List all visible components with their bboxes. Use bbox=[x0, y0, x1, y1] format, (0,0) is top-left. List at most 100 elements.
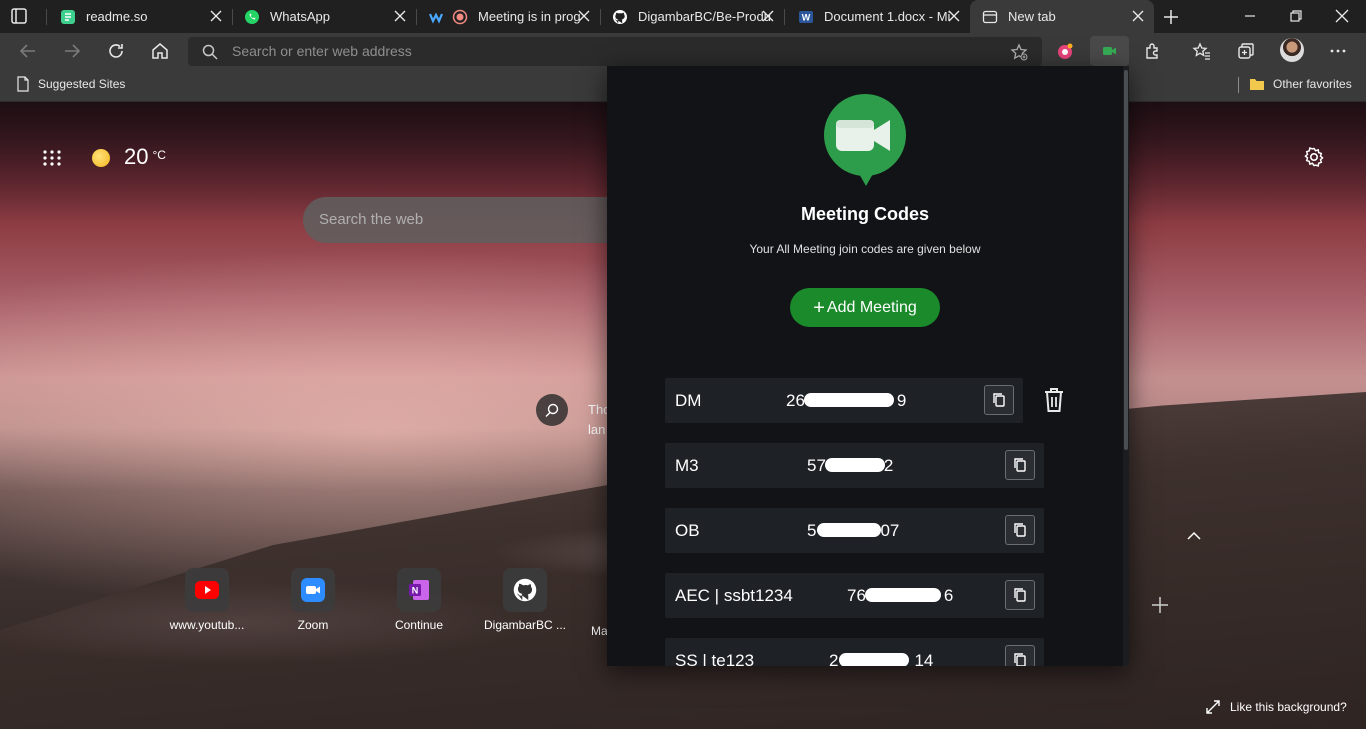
forward-icon[interactable] bbox=[62, 41, 82, 61]
meeting-name: DM bbox=[675, 391, 702, 410]
redaction-mark bbox=[865, 588, 941, 602]
meeting-name: AEC | ssbt1234 bbox=[675, 586, 793, 605]
bookmark-label: Suggested Sites bbox=[38, 77, 126, 91]
back-icon[interactable] bbox=[18, 41, 38, 61]
close-window-icon[interactable] bbox=[1334, 8, 1350, 24]
meeting-row[interactable]: AEC | ssbt1234 76 6 bbox=[665, 573, 1044, 618]
collections-icon[interactable] bbox=[1236, 41, 1256, 61]
add-site-icon[interactable] bbox=[1151, 596, 1169, 614]
copy-button[interactable] bbox=[1005, 645, 1035, 666]
folder-icon bbox=[1250, 79, 1264, 90]
redaction-mark bbox=[839, 653, 909, 666]
tab-label: readme.so bbox=[86, 9, 148, 24]
popup-scroll-thumb[interactable] bbox=[1124, 70, 1128, 450]
minimize-icon[interactable] bbox=[1242, 8, 1258, 24]
tab-new-tab[interactable]: New tab bbox=[970, 0, 1154, 33]
address-input[interactable]: Search or enter web address bbox=[232, 43, 412, 59]
redaction-mark bbox=[825, 458, 885, 472]
code-start: 76 bbox=[847, 586, 866, 605]
tab-label: WhatsApp bbox=[270, 9, 330, 24]
tab-label: Document 1.docx - Mi bbox=[824, 9, 951, 24]
tab-document[interactable]: W Document 1.docx - Mi bbox=[786, 0, 970, 33]
whatsapp-icon bbox=[244, 9, 260, 25]
meet-logo-icon bbox=[824, 94, 906, 186]
favorites-icon[interactable] bbox=[1192, 41, 1212, 61]
tab-whatsapp[interactable]: WhatsApp bbox=[232, 0, 416, 33]
copy-button[interactable] bbox=[984, 385, 1014, 415]
tab-github[interactable]: DigambarBC/Be-Produ bbox=[600, 0, 784, 33]
chevron-up-icon[interactable] bbox=[1186, 530, 1202, 542]
like-background-link[interactable]: Like this background? bbox=[1206, 700, 1347, 714]
quick-link-continue[interactable]: N Continue bbox=[369, 568, 469, 632]
code-start: 2 bbox=[829, 651, 839, 666]
copy-icon bbox=[1014, 523, 1026, 537]
extensions-icon[interactable] bbox=[1143, 41, 1163, 61]
close-icon[interactable] bbox=[210, 10, 222, 22]
quick-link-youtube[interactable]: www.youtub... bbox=[157, 568, 257, 632]
code-start: 57 bbox=[807, 456, 826, 475]
avatar[interactable] bbox=[1280, 38, 1304, 62]
extension-icon[interactable] bbox=[1055, 41, 1075, 61]
quick-link-zoom[interactable]: Zoom bbox=[263, 568, 363, 632]
meeting-row[interactable]: OB 5 07 bbox=[665, 508, 1044, 553]
gear-icon[interactable] bbox=[1303, 146, 1325, 168]
new-tab-plus-icon[interactable] bbox=[1162, 8, 1180, 26]
expand-icon bbox=[1206, 700, 1220, 714]
visual-search-button[interactable] bbox=[536, 394, 568, 426]
copy-button[interactable] bbox=[1005, 450, 1035, 480]
add-meeting-label: Add Meeting bbox=[826, 298, 917, 316]
temperature: 20 bbox=[124, 144, 149, 169]
restore-icon[interactable] bbox=[1288, 8, 1304, 24]
close-icon[interactable] bbox=[1132, 10, 1144, 22]
quick-link-label: www.youtub... bbox=[169, 618, 245, 632]
trash-icon[interactable] bbox=[1043, 387, 1065, 413]
readme-icon bbox=[60, 9, 76, 25]
github-icon bbox=[612, 9, 628, 25]
close-icon[interactable] bbox=[762, 10, 774, 22]
tab-separator bbox=[784, 9, 785, 25]
quick-link-partial[interactable]: Ma bbox=[556, 568, 608, 638]
tab-separator bbox=[46, 9, 47, 25]
bookmark-other-favorites[interactable]: Other favorites bbox=[1249, 76, 1352, 92]
refresh-icon[interactable] bbox=[106, 41, 126, 61]
recording-icon bbox=[452, 9, 468, 25]
close-icon[interactable] bbox=[394, 10, 406, 22]
meeting-row[interactable]: DM 26 9 bbox=[665, 378, 1023, 423]
app-launcher-icon[interactable] bbox=[42, 150, 62, 166]
home-icon[interactable] bbox=[150, 41, 170, 61]
code-end: 9 bbox=[896, 391, 907, 410]
svg-text:N: N bbox=[412, 586, 419, 596]
meeting-row[interactable]: SS | te123 2 14 bbox=[665, 638, 1044, 666]
bookmarks-divider bbox=[1238, 77, 1239, 93]
more-icon[interactable] bbox=[1328, 41, 1348, 61]
close-icon[interactable] bbox=[578, 10, 590, 22]
tab-actions-icon[interactable] bbox=[10, 7, 28, 25]
copy-button[interactable] bbox=[1005, 515, 1035, 545]
close-icon[interactable] bbox=[948, 10, 960, 22]
tab-label: Meeting is in prog bbox=[478, 9, 581, 24]
add-meeting-button[interactable]: + Add Meeting bbox=[790, 288, 940, 327]
magnifier-icon bbox=[545, 403, 559, 417]
web-search-input[interactable]: Search the web bbox=[319, 211, 423, 228]
bookmark-suggested-sites[interactable]: Suggested Sites bbox=[16, 76, 125, 92]
redaction-mark bbox=[817, 523, 881, 537]
code-start: 26 bbox=[786, 391, 805, 410]
search-icon bbox=[202, 44, 218, 60]
like-background-label: Like this background? bbox=[1230, 700, 1347, 714]
web-search-box[interactable]: Search the web bbox=[303, 197, 633, 243]
plus-icon: + bbox=[813, 296, 825, 319]
meet-icon[interactable] bbox=[1100, 41, 1120, 61]
address-bar[interactable]: Search or enter web address bbox=[188, 37, 1042, 66]
tab-readme[interactable]: readme.so bbox=[48, 0, 232, 33]
weather-widget[interactable]: 20 °C bbox=[92, 144, 166, 170]
add-favorite-icon[interactable] bbox=[1010, 43, 1028, 61]
copy-button[interactable] bbox=[1005, 580, 1035, 610]
svg-text:W: W bbox=[802, 12, 811, 22]
code-end: 6 bbox=[943, 586, 954, 605]
tab-meeting[interactable]: Meeting is in prog bbox=[416, 0, 600, 33]
onenote-icon: N bbox=[397, 568, 441, 612]
meeting-row[interactable]: M3 57 2 bbox=[665, 443, 1044, 488]
youtube-icon bbox=[185, 568, 229, 612]
redaction-mark bbox=[804, 393, 894, 407]
bookmark-label: Other favorites bbox=[1273, 77, 1352, 91]
